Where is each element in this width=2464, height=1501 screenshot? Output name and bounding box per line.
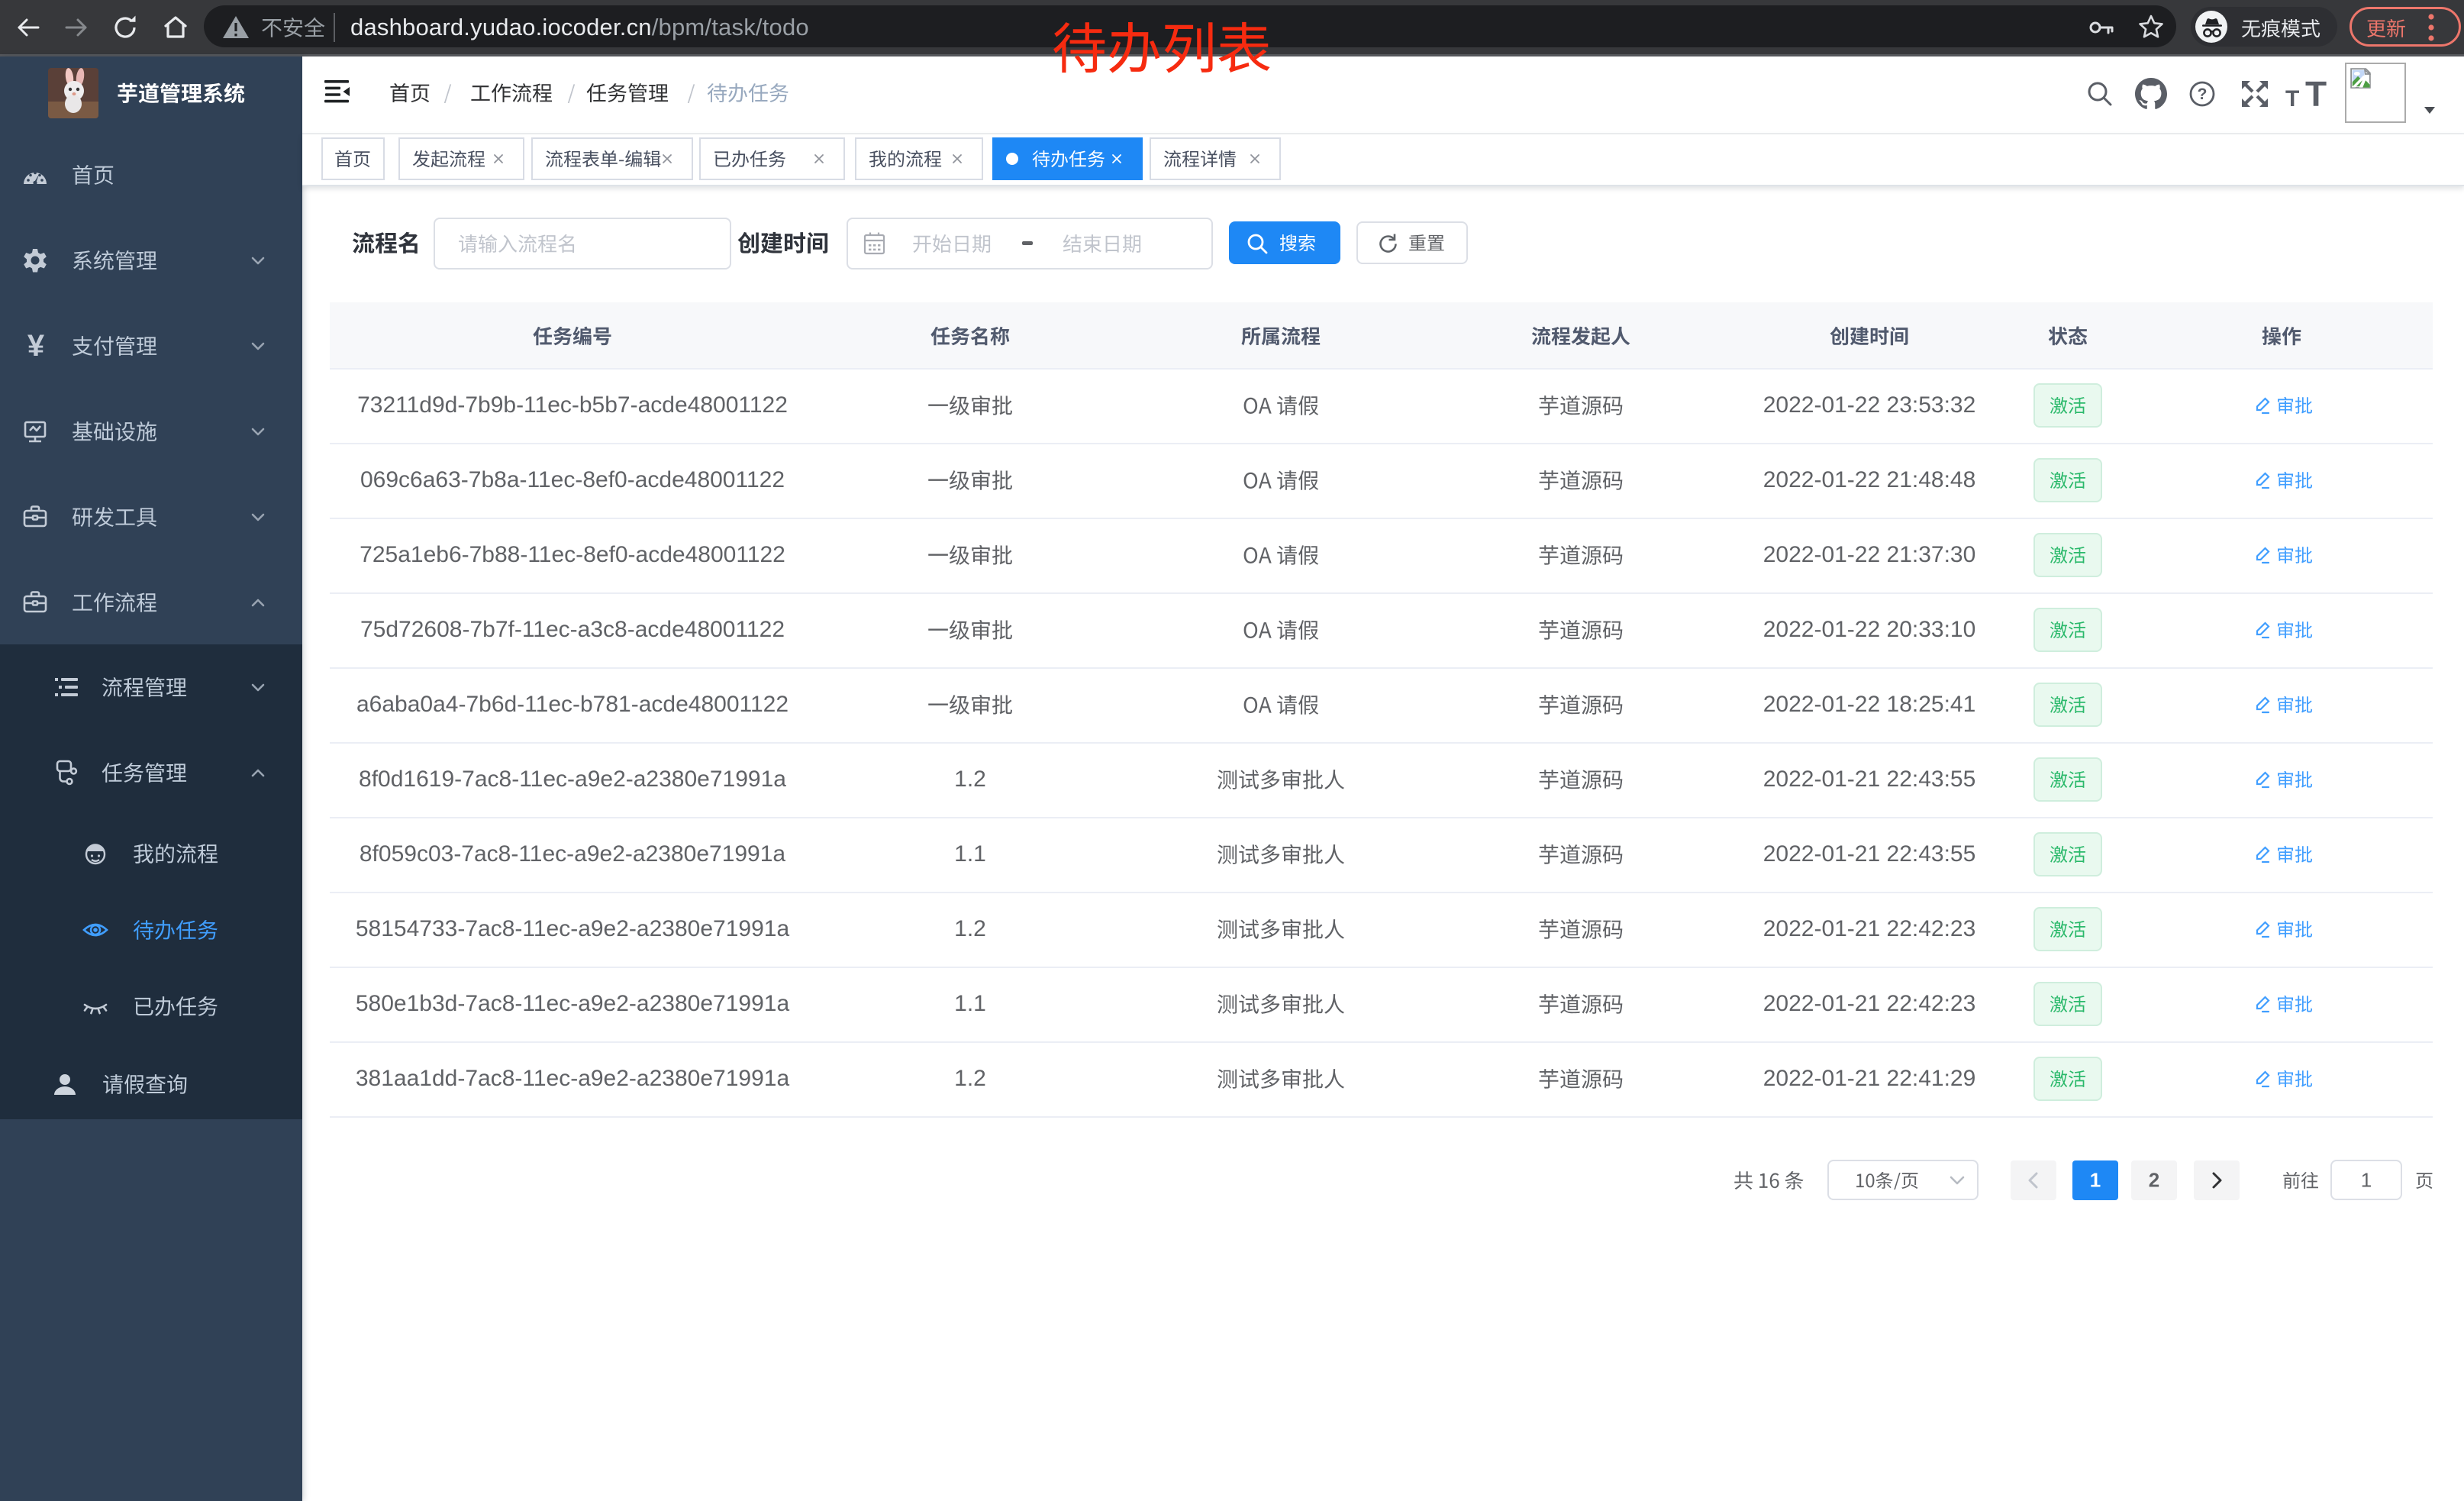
svg-text:?: ? xyxy=(2198,86,2208,103)
